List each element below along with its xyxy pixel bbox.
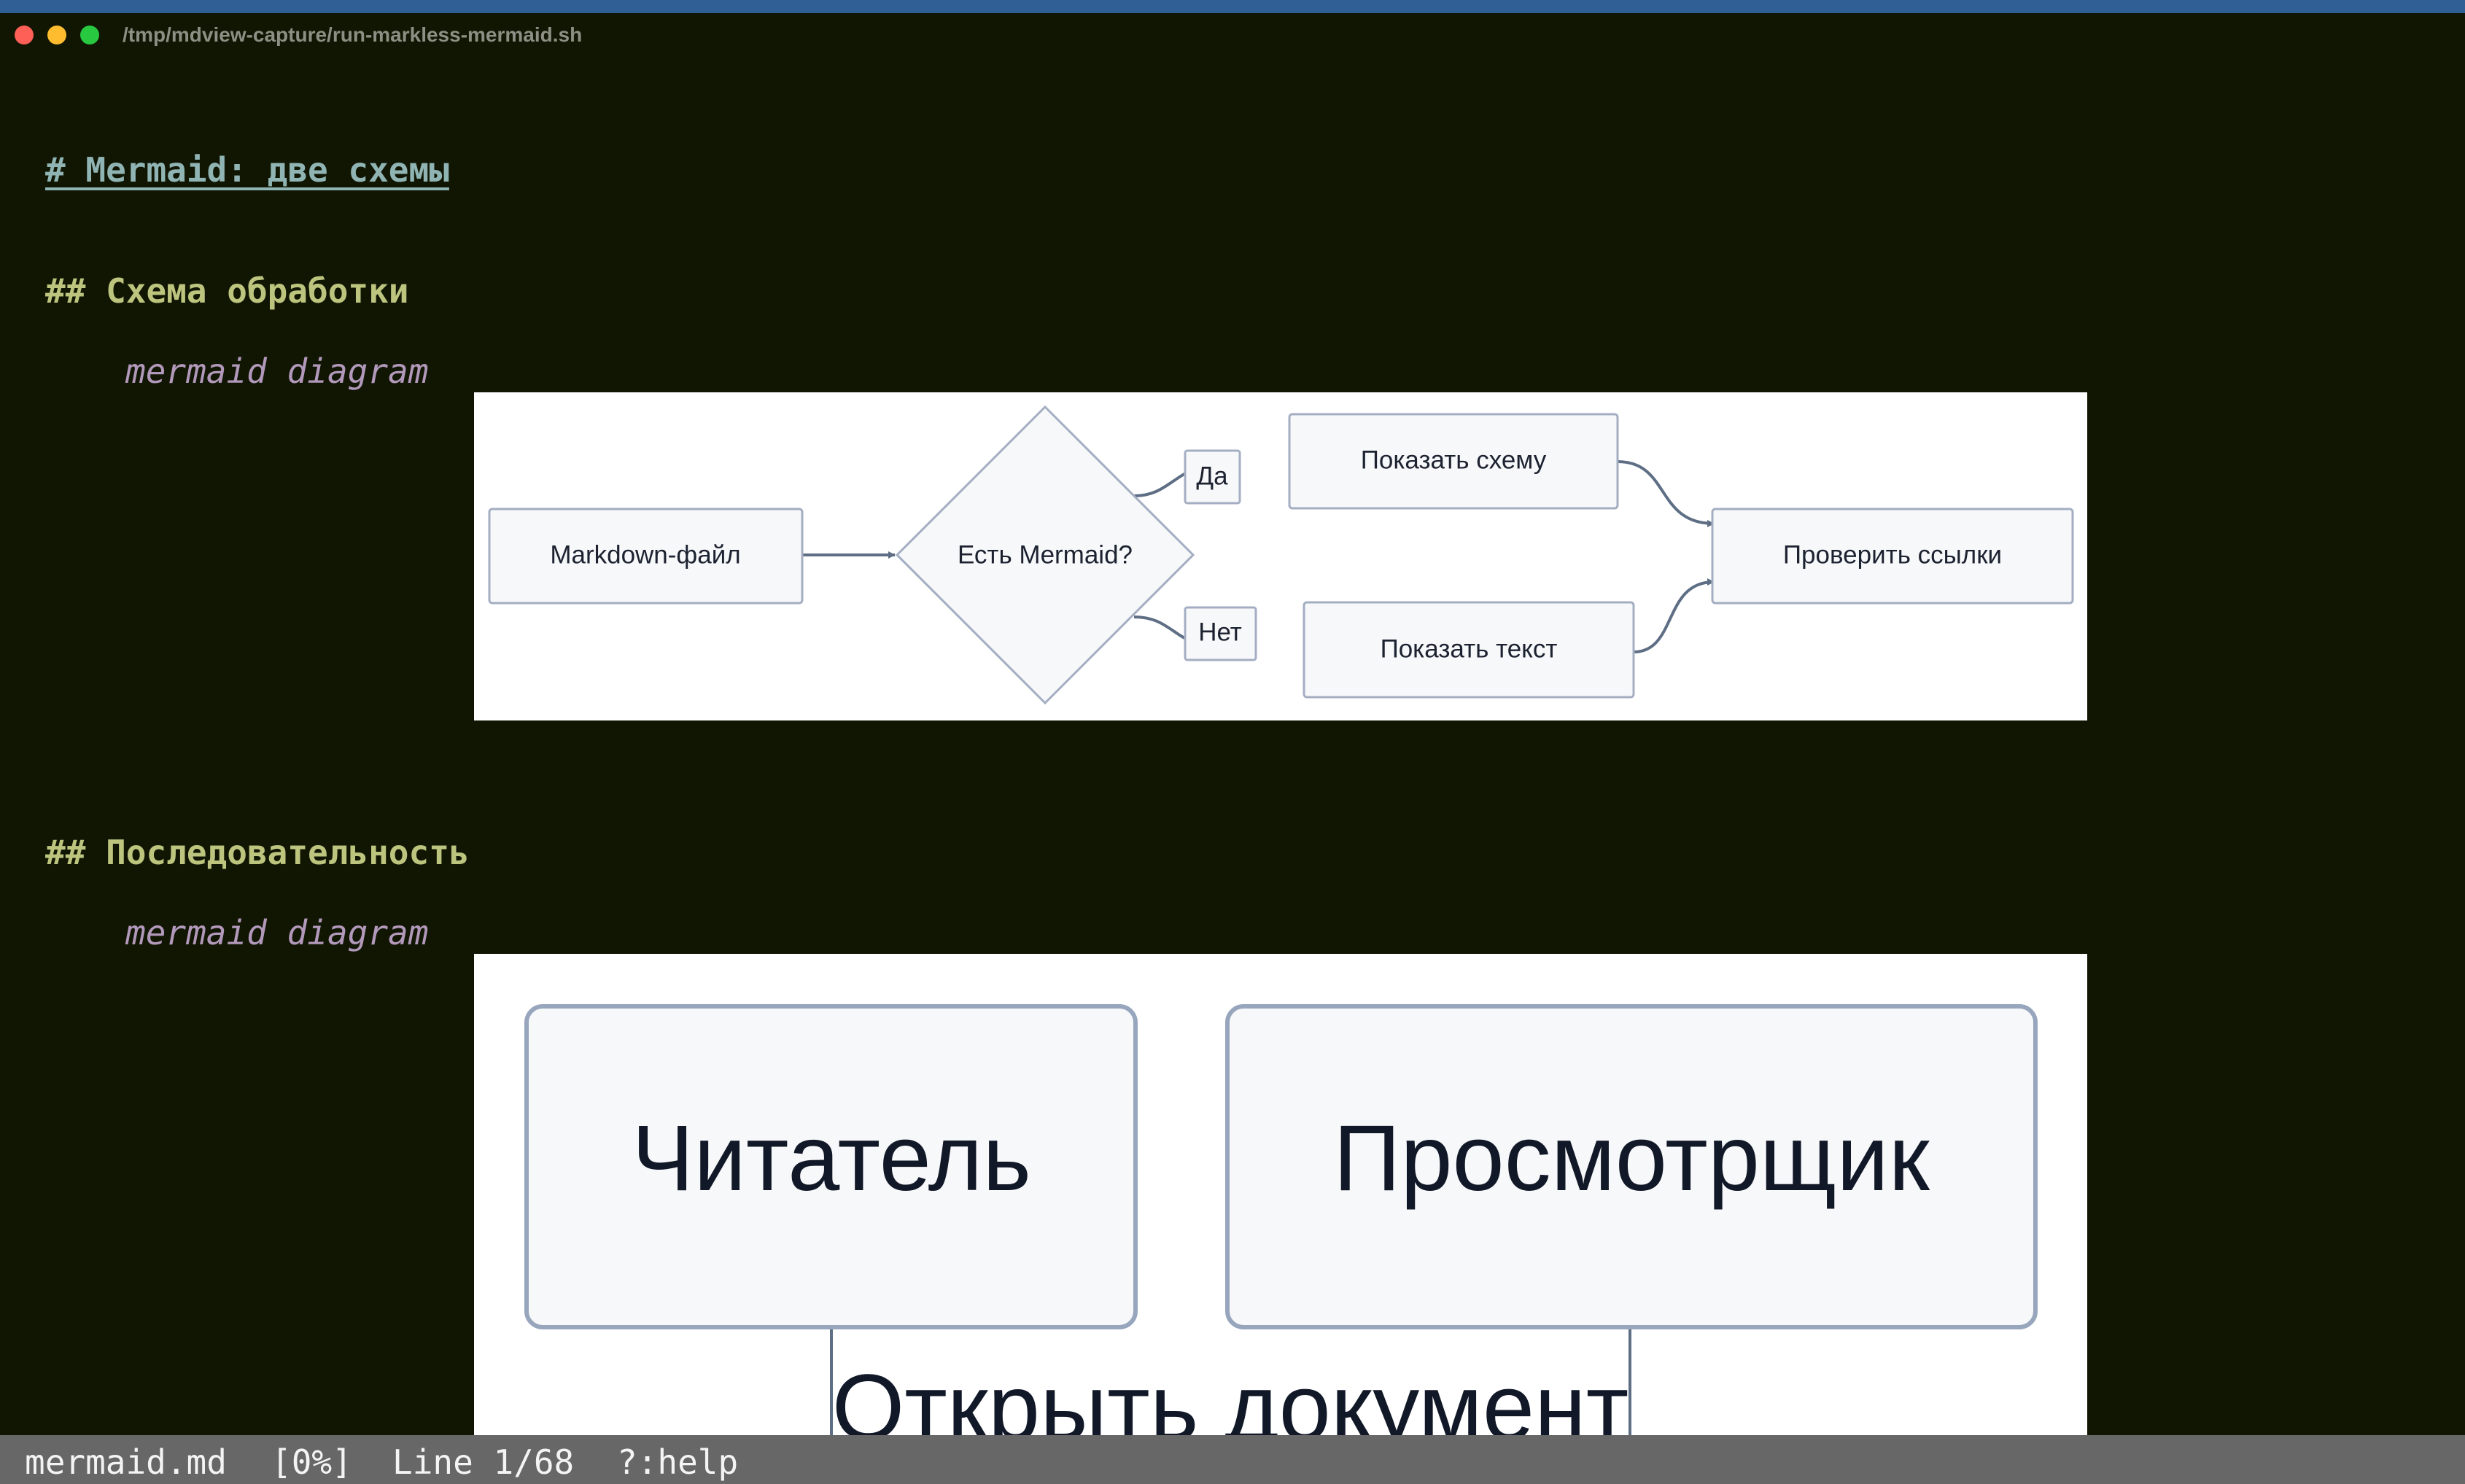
node-check-links-label: Проверить ссылки: [1783, 540, 2002, 569]
section-heading-flow: ## Схема обработки: [45, 271, 409, 311]
flowchart-diagram: Markdown-файл Есть Mermaid? Показать схе…: [474, 392, 2087, 720]
diagram-caption-sequence: mermaid diagram: [125, 913, 429, 952]
message-open-document: Открыть документ: [832, 1356, 1629, 1435]
node-show-diagram-label: Показать схему: [1361, 446, 1547, 474]
document-title-heading: # Mermaid: две схемы: [45, 150, 449, 190]
status-percent: [0%]: [271, 1442, 352, 1482]
edge-text-to-check: [1633, 578, 1715, 653]
status-filename: mermaid.md: [25, 1442, 227, 1482]
edge-diagram-to-check: [1617, 460, 1715, 527]
status-bar: mermaid.md [0%] Line 1/68 ?:help: [0, 1435, 2465, 1484]
status-help: ?:help: [617, 1442, 739, 1482]
status-line: Line 1/68: [392, 1442, 575, 1482]
close-window-button[interactable]: [15, 26, 34, 44]
zoom-window-button[interactable]: [80, 26, 99, 44]
section-heading-sequence: ## Последовательность: [45, 833, 470, 872]
edge-label-yes: Да: [1196, 462, 1228, 490]
node-markdown-file-label: Markdown-файл: [550, 540, 740, 569]
node-decision-label: Есть Mermaid?: [958, 540, 1133, 569]
minimize-window-button[interactable]: [47, 26, 66, 44]
window-title: /tmp/mdview-capture/run-markless-mermaid…: [123, 23, 583, 46]
node-show-text-label: Показать текст: [1381, 634, 1558, 663]
participant-reader-label: Читатель: [632, 1106, 1031, 1211]
edge-label-no: Нет: [1198, 618, 1242, 646]
participant-viewer-label: Просмотрщик: [1333, 1106, 1930, 1211]
window-top-accent: [0, 0, 2465, 13]
diagram-caption-flow: mermaid diagram: [125, 351, 429, 391]
sequence-diagram: Читатель Просмотрщик Открыть документ: [474, 954, 2087, 1435]
